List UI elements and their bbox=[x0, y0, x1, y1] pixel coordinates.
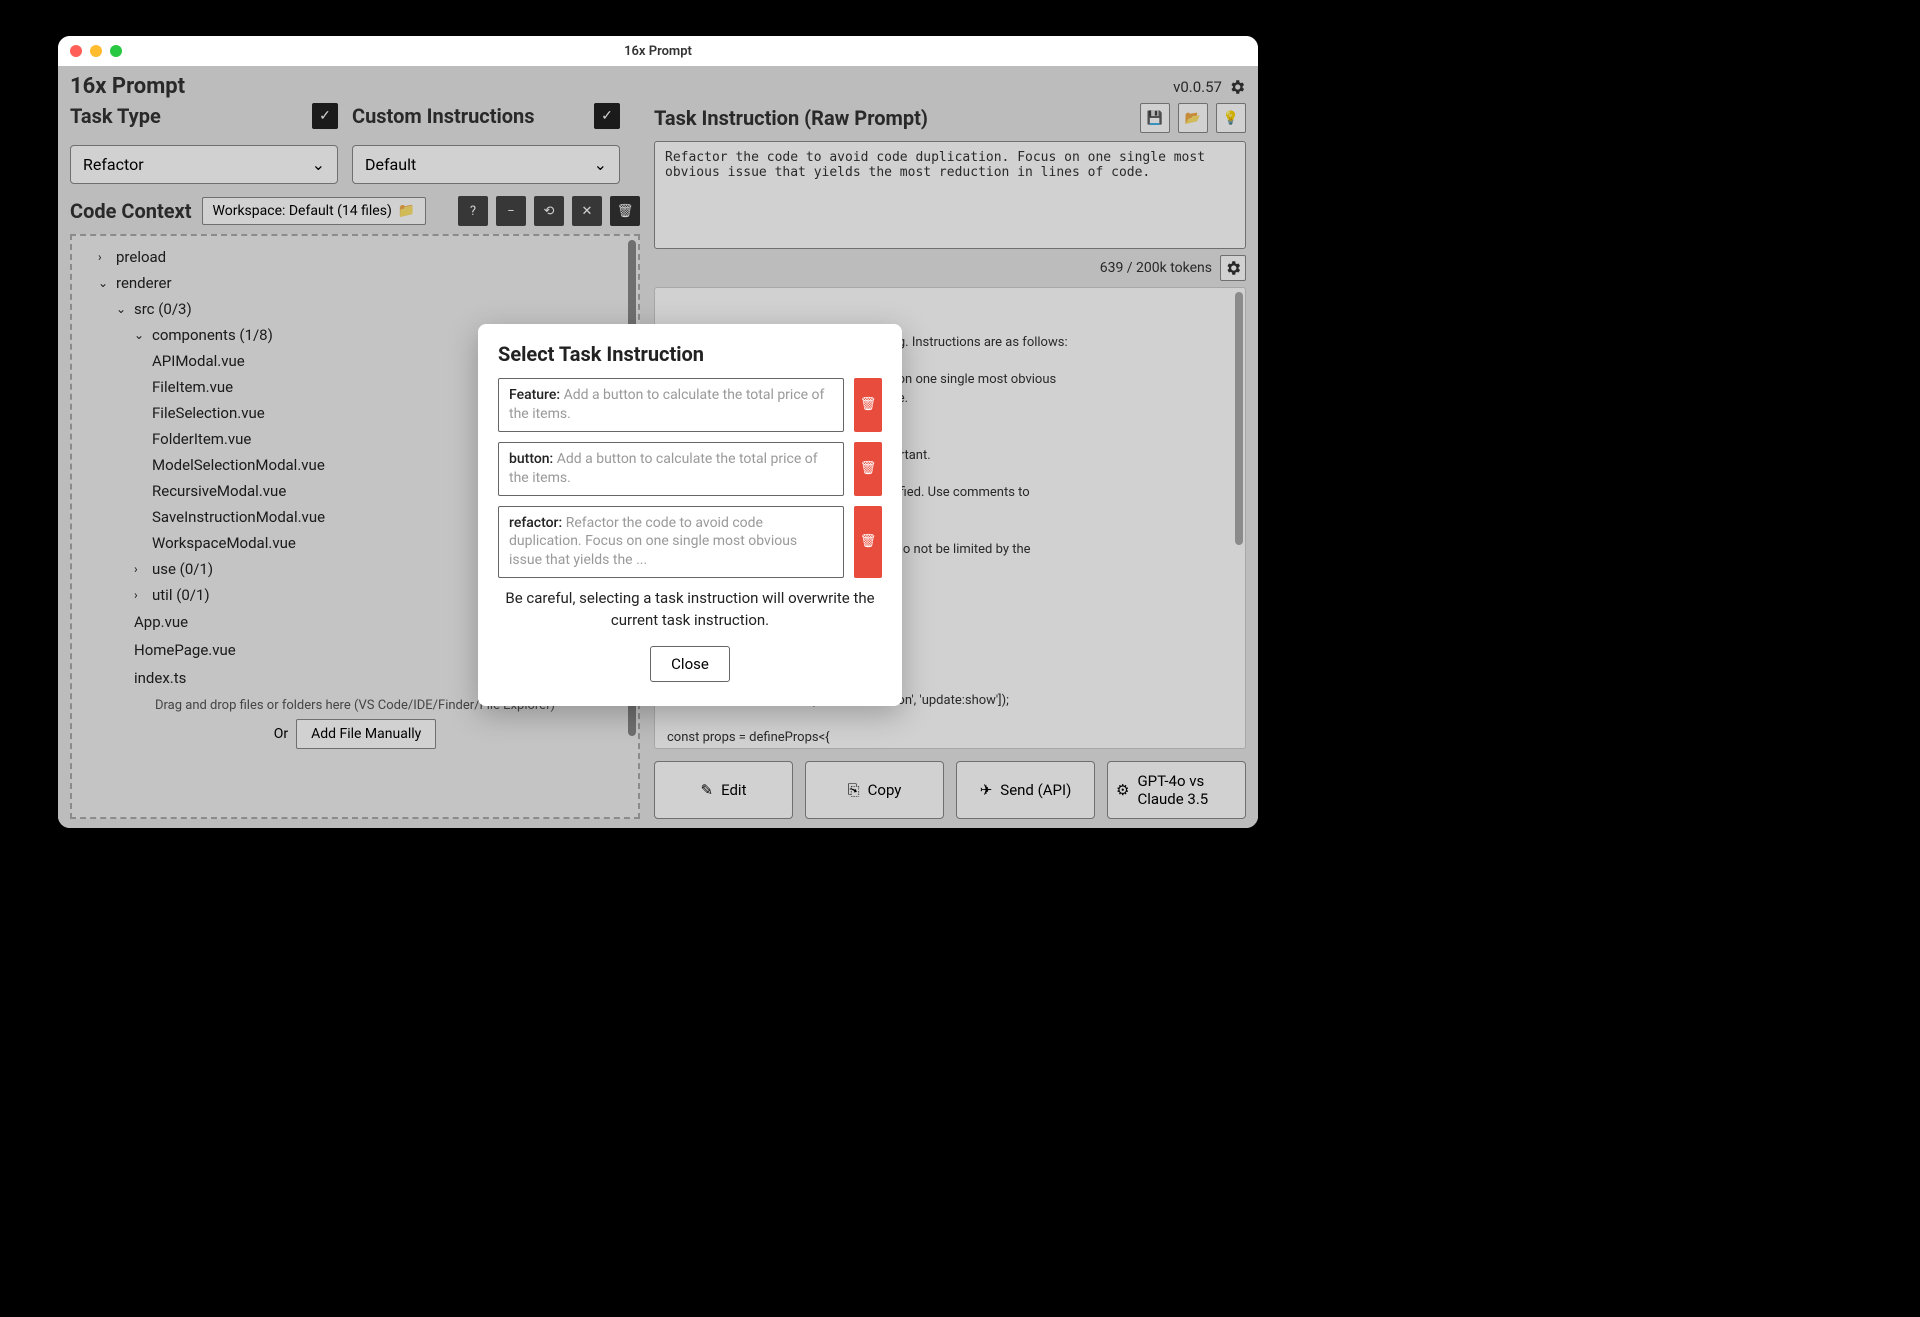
app-content: 16x Prompt v0.0.57 Task Type ✓ bbox=[58, 66, 1258, 828]
close-window-icon[interactable] bbox=[70, 45, 82, 57]
instruction-label: Feature: bbox=[509, 387, 560, 403]
instruction-option[interactable]: Feature: Add a button to calculate the t… bbox=[498, 378, 882, 432]
maximize-window-icon[interactable] bbox=[110, 45, 122, 57]
instruction-option[interactable]: button: Add a button to calculate the to… bbox=[498, 442, 882, 496]
trash-icon: 🗑 bbox=[860, 397, 877, 412]
trash-icon: 🗑 bbox=[860, 534, 877, 549]
instruction-label: button: bbox=[509, 451, 553, 467]
traffic-lights bbox=[70, 45, 122, 57]
trash-icon: 🗑 bbox=[860, 461, 877, 476]
minimize-window-icon[interactable] bbox=[90, 45, 102, 57]
window-title: 16x Prompt bbox=[624, 44, 692, 59]
delete-instruction-button[interactable]: 🗑 bbox=[854, 506, 882, 579]
delete-instruction-button[interactable]: 🗑 bbox=[854, 442, 882, 496]
close-button[interactable]: Close bbox=[650, 646, 730, 682]
app-window: 16x Prompt 16x Prompt v0.0.57 Task Type bbox=[58, 36, 1258, 828]
delete-instruction-button[interactable]: 🗑 bbox=[854, 378, 882, 432]
titlebar: 16x Prompt bbox=[58, 36, 1258, 66]
modal-warning: Be careful, selecting a task instruction… bbox=[504, 588, 876, 632]
select-task-instruction-modal: Select Task Instruction Feature: Add a b… bbox=[478, 324, 902, 706]
instruction-label: refactor: bbox=[509, 515, 562, 531]
instruction-text: Add a button to calculate the total pric… bbox=[509, 451, 818, 486]
instruction-option[interactable]: refactor: Refactor the code to avoid cod… bbox=[498, 506, 882, 579]
modal-title: Select Task Instruction bbox=[498, 342, 882, 366]
